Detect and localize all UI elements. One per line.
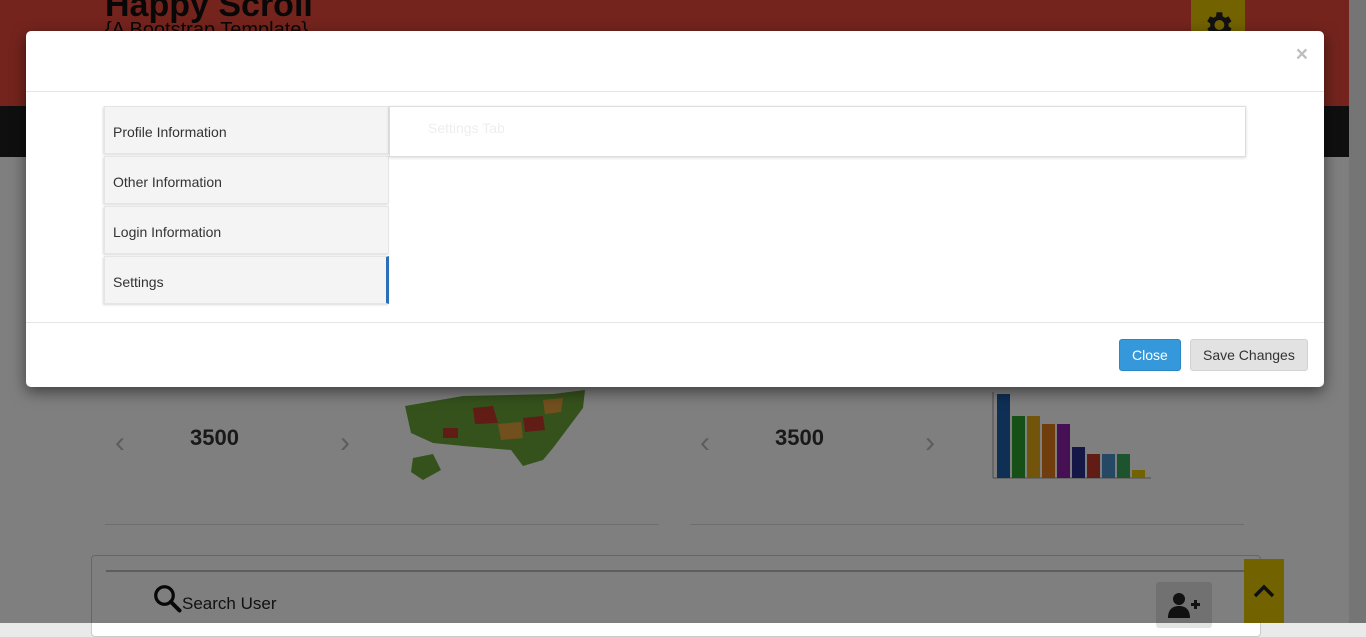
close-button[interactable]: Close xyxy=(1119,339,1181,371)
save-changes-button[interactable]: Save Changes xyxy=(1190,339,1308,371)
tab-label: Profile Information xyxy=(113,124,227,140)
tab-content-title: Settings Tab xyxy=(428,120,505,136)
modal-header: × xyxy=(26,31,1324,92)
tab-settings[interactable]: Settings xyxy=(104,256,389,304)
modal-footer: Close Save Changes xyxy=(26,322,1324,388)
tab-profile-information[interactable]: Profile Information xyxy=(104,106,389,154)
tab-login-information[interactable]: Login Information xyxy=(104,206,389,254)
tab-label: Login Information xyxy=(113,224,222,240)
close-icon[interactable]: × xyxy=(1296,43,1308,67)
tab-content-panel: Settings Tab xyxy=(389,106,1246,157)
tab-label: Settings xyxy=(113,274,164,290)
tab-list: Profile Information Other Information Lo… xyxy=(104,106,389,306)
tab-other-information[interactable]: Other Information xyxy=(104,156,389,204)
settings-modal: × Profile Information Other Information … xyxy=(26,31,1324,387)
tab-label: Other Information xyxy=(113,174,222,190)
